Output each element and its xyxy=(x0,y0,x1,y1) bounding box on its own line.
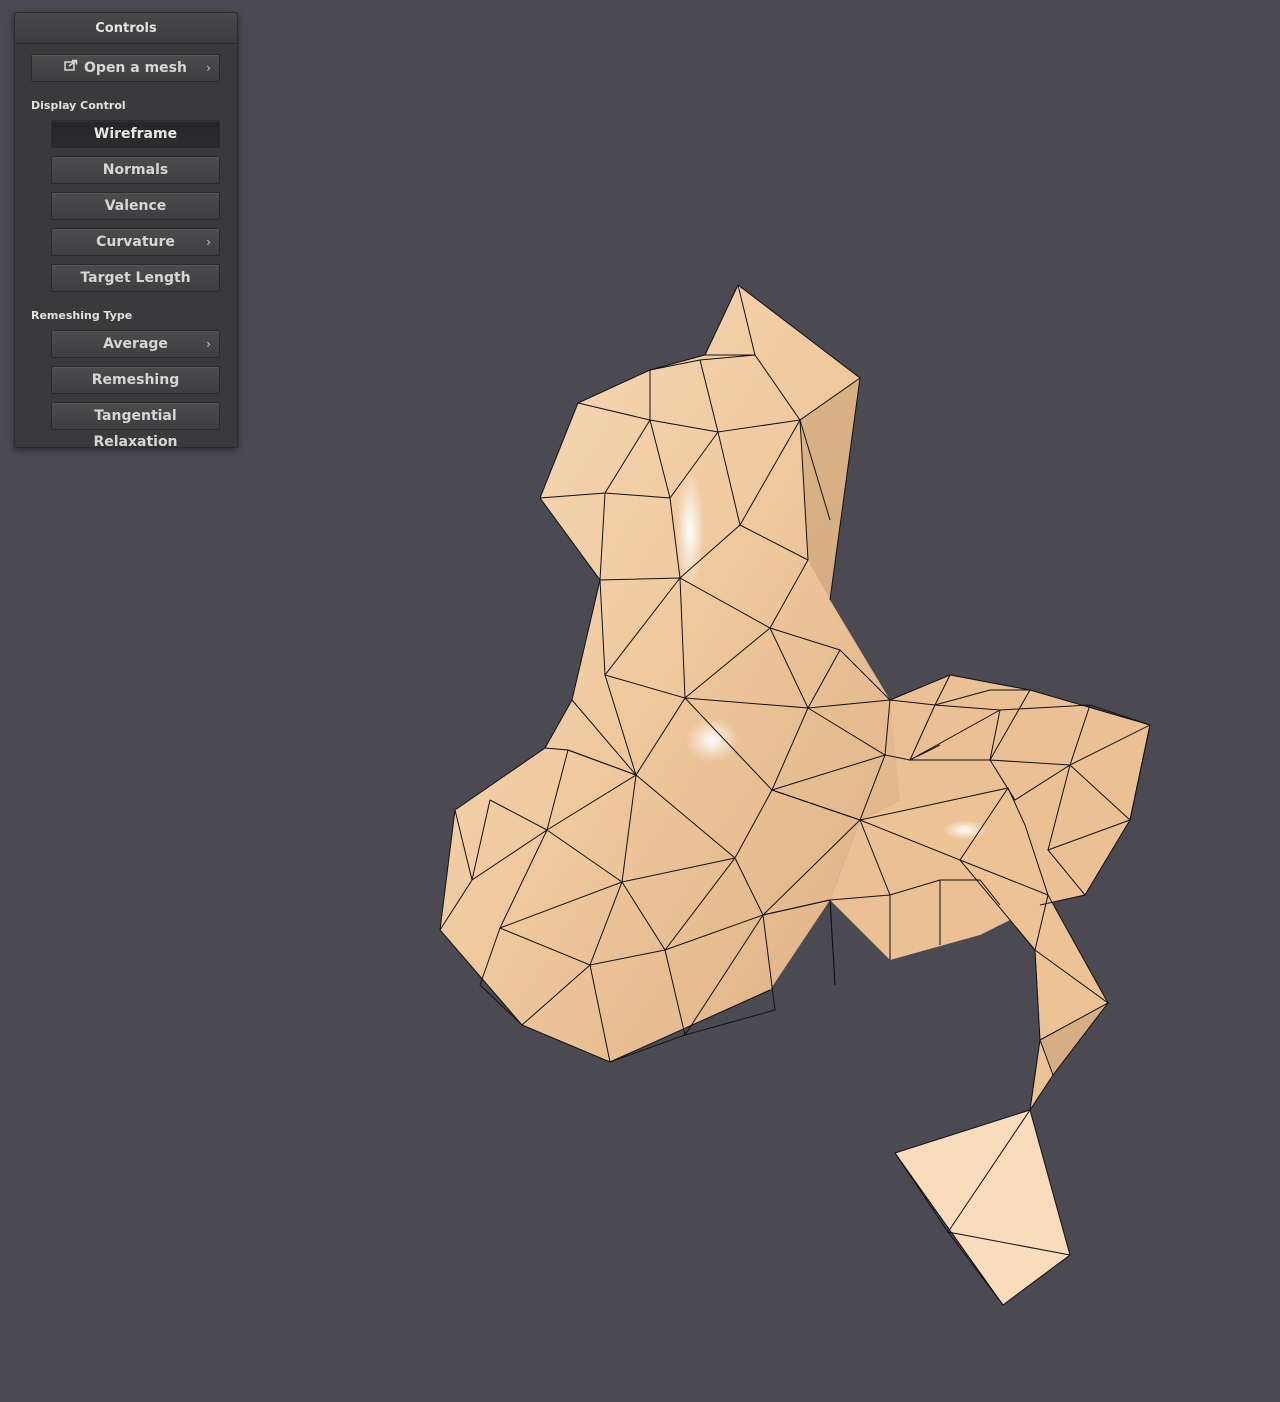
chevron-right-icon: › xyxy=(206,235,211,249)
curvature-label: Curvature xyxy=(96,234,175,250)
tangential-relaxation-button[interactable]: Tangential Relaxation xyxy=(51,402,220,450)
open-mesh-button[interactable]: Open a mesh › xyxy=(31,54,220,82)
average-button[interactable]: Average › xyxy=(51,330,220,358)
average-label: Average xyxy=(103,336,168,352)
open-mesh-label: Open a mesh xyxy=(84,60,187,76)
normals-button[interactable]: Normals xyxy=(51,156,220,184)
chevron-right-icon: › xyxy=(206,61,211,75)
mesh-body xyxy=(440,285,1150,1305)
remeshing-type-label: Remeshing Type xyxy=(31,309,133,322)
valence-button[interactable]: Valence xyxy=(51,192,220,220)
curvature-button[interactable]: Curvature › xyxy=(51,228,220,256)
controls-panel: Controls Open a mesh › Display Control W… xyxy=(14,12,238,450)
share-icon xyxy=(64,54,78,80)
display-control-label: Display Control xyxy=(31,99,126,112)
wireframe-button[interactable]: Wireframe xyxy=(51,120,220,148)
target-length-button[interactable]: Target Length xyxy=(51,264,220,292)
remeshing-button[interactable]: Remeshing xyxy=(51,366,220,394)
panel-title: Controls xyxy=(15,13,237,44)
chevron-right-icon: › xyxy=(206,337,211,351)
